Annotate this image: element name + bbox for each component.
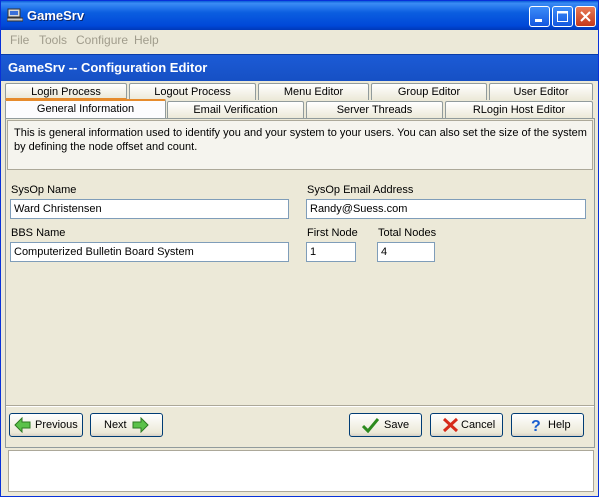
tab-login-process[interactable]: Login Process [5,83,127,100]
svg-text:?: ? [531,418,541,433]
menu-help[interactable]: Help [134,33,159,47]
tab-user-editor[interactable]: User Editor [489,83,593,100]
previous-button[interactable]: Previous [9,413,83,437]
first-node-label: First Node [307,227,358,239]
menu-tools[interactable]: Tools [39,33,67,47]
cancel-label: Cancel [461,419,496,431]
menu-bar: File Tools Configure Help [1,30,598,50]
editor-header: GameSrv -- Configuration Editor [1,54,598,81]
bbs-name-label: BBS Name [11,227,66,239]
window-title: GameSrv [27,8,85,23]
green-checkmark-icon [362,418,379,433]
bbs-name-field[interactable]: Computerized Bulletin Board System [10,242,289,262]
title-bar[interactable]: GameSrv [1,1,598,30]
tab-rlogin-host-editor[interactable]: RLogin Host Editor [445,101,593,118]
save-button[interactable]: Save [349,413,422,437]
tab-server-threads[interactable]: Server Threads [306,101,443,118]
help-label: Help [548,419,571,431]
previous-label: Previous [35,419,78,431]
tab-email-verification[interactable]: Email Verification [167,101,304,118]
sysop-email-label: SysOp Email Address [307,184,414,196]
sysop-name-field[interactable]: Ward Christensen [10,199,289,219]
minimize-button[interactable] [529,6,550,27]
tab-general-information[interactable]: General Information [5,99,166,118]
menu-file[interactable]: File [10,33,29,47]
menu-configure[interactable]: Configure [76,33,128,47]
computer-icon [7,8,23,22]
help-button[interactable]: ? Help [511,413,584,437]
sysop-name-label: SysOp Name [11,184,77,196]
first-node-field[interactable]: 1 [306,242,356,262]
sysop-email-field[interactable]: Randy@Suess.com [306,199,586,219]
green-arrow-left-icon [14,417,31,433]
info-panel: This is general information used to iden… [7,120,593,170]
save-label: Save [384,419,410,431]
tab-menu-editor[interactable]: Menu Editor [258,83,369,100]
cancel-button[interactable]: Cancel [430,413,503,437]
red-x-icon [442,417,459,433]
log-area[interactable] [8,450,594,492]
divider [6,405,594,407]
total-nodes-label: Total Nodes [378,227,437,239]
green-arrow-right-icon [132,417,149,433]
tab-group-editor[interactable]: Group Editor [371,83,487,100]
total-nodes-field[interactable]: 4 [377,242,435,262]
next-label: Next [104,419,127,431]
next-button[interactable]: Next [90,413,163,437]
tab-logout-process[interactable]: Logout Process [129,83,256,100]
close-button[interactable] [575,6,596,27]
minimize-icon [535,19,542,22]
maximize-button[interactable] [552,6,573,27]
info-text: This is general information used to iden… [14,127,587,153]
editor-title: GameSrv -- Configuration Editor [8,60,208,75]
maximize-icon [557,11,568,22]
app-window: GameSrv File Tools Configure Help GameSr… [0,0,599,497]
close-icon [580,11,591,22]
question-mark-icon: ? [531,418,541,433]
